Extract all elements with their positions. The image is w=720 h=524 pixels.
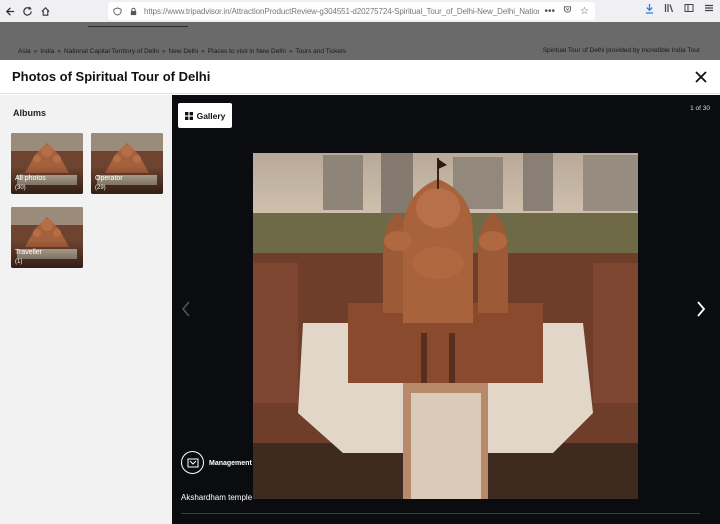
breadcrumb-separator: » xyxy=(33,48,38,55)
home-button[interactable] xyxy=(36,2,54,20)
lock-icon xyxy=(128,6,138,16)
address-bar[interactable]: https://www.tripadvisor.in/AttractionPro… xyxy=(108,2,595,20)
album-name: Operator xyxy=(95,175,123,182)
shield-icon xyxy=(112,6,122,16)
album-traveller[interactable]: Traveller (1) xyxy=(11,207,83,268)
albums-sidebar: Albums All photos (30) Operator (29) Tra… xyxy=(0,95,172,524)
photos-modal: Photos of Spiritual Tour of Delhi Albums… xyxy=(0,60,720,524)
grid-icon xyxy=(184,111,193,120)
provider-text: Spiritual Tour of Delhi provided by Incr… xyxy=(542,47,700,54)
divider xyxy=(181,513,700,514)
album-name: Traveller xyxy=(15,249,42,256)
more-dots-icon[interactable]: ••• xyxy=(545,6,556,17)
divider xyxy=(88,26,188,27)
pocket-icon[interactable] xyxy=(563,5,572,17)
breadcrumb-item[interactable]: India xyxy=(40,48,54,55)
gallery-button[interactable]: Gallery xyxy=(178,103,232,128)
album-count: (1) xyxy=(15,259,23,265)
album-count: (29) xyxy=(95,185,106,191)
reload-button[interactable] xyxy=(18,2,36,20)
close-icon xyxy=(695,71,707,83)
album-name: All photos xyxy=(15,175,46,182)
library-icon[interactable] xyxy=(664,3,674,17)
breadcrumb-separator: » xyxy=(161,48,166,55)
gallery-label: Gallery xyxy=(196,110,226,121)
album-operator[interactable]: Operator (29) xyxy=(91,133,163,194)
owner-label: Management xyxy=(209,460,252,467)
photo-counter: 1 of 30 xyxy=(690,105,710,112)
owner-badge xyxy=(181,451,204,474)
album-all-photos[interactable]: All photos (30) xyxy=(11,133,83,194)
breadcrumb-separator: » xyxy=(201,48,205,55)
url-text: https://www.tripadvisor.in/AttractionPro… xyxy=(144,6,539,16)
menu-icon[interactable] xyxy=(704,3,714,17)
breadcrumb-separator: » xyxy=(57,48,62,55)
album-count: (30) xyxy=(15,185,26,191)
modal-header: Photos of Spiritual Tour of Delhi xyxy=(0,60,720,94)
breadcrumb-item[interactable]: New Delhi xyxy=(169,48,199,55)
close-button[interactable] xyxy=(690,66,712,88)
temple-photo-illustration xyxy=(253,153,638,499)
albums-heading: Albums xyxy=(13,108,47,118)
back-button[interactable] xyxy=(0,2,18,20)
breadcrumb-separator: » xyxy=(288,48,293,55)
reload-icon xyxy=(22,6,32,16)
breadcrumb-item[interactable]: Asia xyxy=(18,48,31,55)
modal-title: Photos of Spiritual Tour of Delhi xyxy=(12,69,211,84)
chevron-right-icon xyxy=(697,301,706,317)
next-photo-button[interactable] xyxy=(694,298,708,320)
breadcrumb: Asia » India » National Capital Territor… xyxy=(18,48,346,55)
management-icon xyxy=(187,458,198,467)
star-icon[interactable]: ☆ xyxy=(580,6,589,17)
breadcrumb-item[interactable]: Tours and Tickets xyxy=(295,48,346,55)
chevron-left-icon xyxy=(181,301,190,317)
browser-toolbar: https://www.tripadvisor.in/AttractionPro… xyxy=(0,0,720,22)
main-photo xyxy=(253,153,638,499)
breadcrumb-item[interactable]: National Capital Territory of Delhi xyxy=(64,48,159,55)
sidebar-toggle-icon[interactable] xyxy=(684,3,694,17)
arrow-left-icon xyxy=(5,6,14,16)
download-icon[interactable] xyxy=(645,3,654,17)
photo-viewer: Gallery 1 of 30 Management Akshardham te… xyxy=(172,95,720,524)
previous-photo-button[interactable] xyxy=(179,298,193,320)
breadcrumb-item[interactable]: Places to visit in New Delhi xyxy=(208,48,286,55)
home-icon xyxy=(40,6,50,16)
photo-caption: Akshardham temple xyxy=(181,493,253,502)
page-behind-overlay: Asia » India » National Capital Territor… xyxy=(0,22,720,60)
